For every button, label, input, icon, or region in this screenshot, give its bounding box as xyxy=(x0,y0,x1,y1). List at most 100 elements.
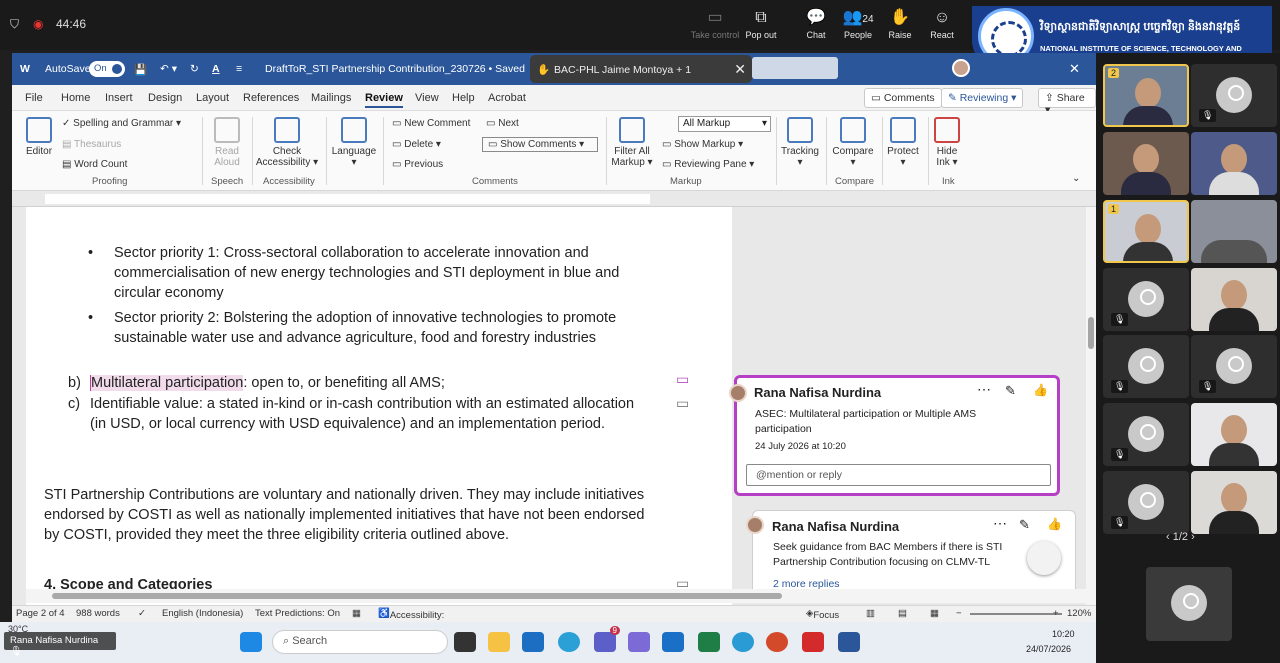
close-window-icon[interactable]: ✕ xyxy=(1069,61,1080,77)
participant-tile[interactable]: 🎙 xyxy=(1103,335,1189,398)
accessibility-status[interactable]: ♿ Accessibility: Investigate xyxy=(378,608,444,632)
participant-tile[interactable]: 🎙 xyxy=(1191,64,1277,127)
comment-marker-icon[interactable]: ▭ xyxy=(676,369,689,389)
hide-ink-button[interactable]: Hide Ink ▾ xyxy=(930,117,964,168)
reply-input[interactable]: @mention or reply xyxy=(746,464,1051,486)
tab-review[interactable]: Review xyxy=(365,92,403,108)
read-aloud-button[interactable]: Read Aloud xyxy=(210,117,244,168)
participant-tile[interactable] xyxy=(1191,200,1277,263)
proofing-icon[interactable]: ✓ xyxy=(138,608,146,619)
close-icon[interactable]: ✕ xyxy=(734,61,746,78)
like-icon[interactable]: 👍 xyxy=(1047,517,1062,531)
language-button[interactable]: Language ▾ xyxy=(330,117,378,168)
teams-icon[interactable]: 9 xyxy=(594,626,620,652)
tab-design[interactable]: Design xyxy=(148,92,182,104)
clock-date[interactable]: 24/07/2026 xyxy=(1026,644,1071,654)
participant-tile[interactable]: 2 xyxy=(1103,64,1189,127)
edit-icon[interactable]: ✎ xyxy=(1005,383,1016,399)
reviewing-pane-button[interactable]: ▭ Reviewing Pane ▾ xyxy=(662,159,754,170)
participant-tile[interactable] xyxy=(1103,132,1189,195)
copilot-icon[interactable] xyxy=(1027,541,1061,575)
word-count[interactable]: 988 words xyxy=(76,608,120,619)
more-options-icon[interactable]: ⋯ xyxy=(993,515,1007,532)
taskview-icon[interactable] xyxy=(454,632,476,652)
explorer-icon[interactable] xyxy=(488,632,510,652)
text-predictions[interactable]: Text Predictions: On xyxy=(255,608,340,619)
like-icon[interactable]: 👍 xyxy=(1033,383,1048,397)
markup-select[interactable]: All Markup ▾ xyxy=(678,116,771,132)
next-comment-button[interactable]: ▭ Next xyxy=(486,118,519,129)
protect-button[interactable]: Protect ▾ xyxy=(884,117,922,168)
tab-layout[interactable]: Layout xyxy=(196,92,229,104)
tab-view[interactable]: View xyxy=(415,92,439,104)
participant-tile[interactable]: 🎙 xyxy=(1103,403,1189,466)
tab-mailings[interactable]: Mailings xyxy=(311,92,351,104)
participant-tile[interactable] xyxy=(1191,403,1277,466)
tab-references[interactable]: References xyxy=(243,92,299,104)
focus-button[interactable]: ◈ Focus xyxy=(806,608,839,621)
document-title[interactable]: DraftToR_STI Partnership Contribution_23… xyxy=(265,63,525,75)
edit-icon[interactable]: ✎ xyxy=(1019,517,1030,533)
delete-comment-button[interactable]: ▭ Delete ▾ xyxy=(392,139,441,150)
tab-insert[interactable]: Insert xyxy=(105,92,133,104)
tab-help[interactable]: Help xyxy=(452,92,475,104)
save-icon[interactable]: 💾 xyxy=(134,63,147,76)
calendar-icon[interactable] xyxy=(628,632,650,652)
spelling-button[interactable]: ✓ Spelling and Grammar ▾ xyxy=(62,118,181,129)
undo-icon[interactable]: ↶ ▾ xyxy=(160,63,177,75)
horizontal-scrollbar[interactable] xyxy=(26,589,1086,603)
new-comment-button[interactable]: ▭ New Comment xyxy=(392,118,470,129)
zoom-level[interactable]: 120% xyxy=(1067,608,1091,619)
comment-marker-icon[interactable]: ▭ xyxy=(676,393,689,413)
commented-text[interactable]: Multilateral participation xyxy=(90,375,244,391)
read-mode-icon[interactable]: ▥ xyxy=(866,608,875,619)
word-taskbar-icon[interactable] xyxy=(838,632,860,652)
excel-icon[interactable] xyxy=(698,632,720,652)
font-color-icon[interactable]: A xyxy=(212,63,220,75)
acrobat-icon[interactable] xyxy=(802,632,824,652)
self-view-tile[interactable] xyxy=(1146,567,1232,641)
participant-tile[interactable]: 1 xyxy=(1103,200,1189,263)
show-markup-button[interactable]: ▭ Show Markup ▾ xyxy=(662,139,743,150)
zoom-out-icon[interactable]: − xyxy=(956,608,962,619)
participant-tile[interactable] xyxy=(1191,132,1277,195)
comment-card-active[interactable]: Rana Nafisa Nurdina ⋯ ✎ 👍 ASEC: Multilat… xyxy=(729,375,1060,496)
word-count-button[interactable]: ▤ Word Count xyxy=(62,159,127,170)
scroll-thumb[interactable] xyxy=(1088,317,1094,349)
tab-file[interactable]: File xyxy=(25,92,43,104)
participant-tile[interactable]: 🎙 xyxy=(1191,335,1277,398)
windows-start-icon[interactable] xyxy=(240,632,262,652)
participant-tile[interactable]: 🎙 xyxy=(1103,268,1189,331)
document-page[interactable]: • Sector priority 1: Cross-sectoral coll… xyxy=(26,207,732,605)
editor-button[interactable]: Editor xyxy=(24,117,54,157)
scroll-thumb[interactable] xyxy=(52,593,782,599)
customize-icon[interactable]: ≡ xyxy=(236,63,242,75)
show-comments-button[interactable]: ▭ Show Comments ▾ xyxy=(482,137,598,152)
user-avatar[interactable] xyxy=(952,59,970,77)
participant-tile[interactable] xyxy=(1191,471,1277,534)
clock-time[interactable]: 10:20 xyxy=(1052,629,1075,639)
redo-icon[interactable]: ↻ xyxy=(190,63,199,75)
comments-button[interactable]: ▭ Comments xyxy=(864,88,942,108)
taskbar-search[interactable]: ⌕ Search xyxy=(272,630,448,654)
participant-tile[interactable] xyxy=(1191,268,1277,331)
autosave-toggle[interactable]: On xyxy=(89,61,125,77)
filter-markup-button[interactable]: Filter All Markup ▾ xyxy=(610,117,654,168)
reviewing-button[interactable]: ✎ Reviewing ▾ xyxy=(941,88,1024,108)
edge-icon[interactable] xyxy=(558,632,580,652)
participant-pagination[interactable]: ‹ 1/2 › xyxy=(1166,531,1195,543)
search-box[interactable] xyxy=(752,57,838,79)
store-icon[interactable] xyxy=(522,632,544,652)
react-button[interactable]: ☺ React xyxy=(913,8,971,40)
outlook-icon[interactable] xyxy=(662,632,684,652)
powerpoint-icon[interactable] xyxy=(766,632,788,652)
language-status[interactable]: English (Indonesia) xyxy=(162,608,243,619)
tab-home[interactable]: Home xyxy=(61,92,90,104)
check-accessibility-button[interactable]: Check Accessibility ▾ xyxy=(255,117,319,168)
previous-comment-button[interactable]: ▭ Previous xyxy=(392,159,443,170)
participant-tile[interactable]: 🎙 xyxy=(1103,471,1189,534)
zoom-in-icon[interactable]: + xyxy=(1053,608,1059,619)
zoom-slider[interactable] xyxy=(970,613,1062,615)
pop-out-button[interactable]: ⧉ Pop out xyxy=(732,8,790,40)
page-indicator[interactable]: Page 2 of 4 xyxy=(16,608,65,619)
